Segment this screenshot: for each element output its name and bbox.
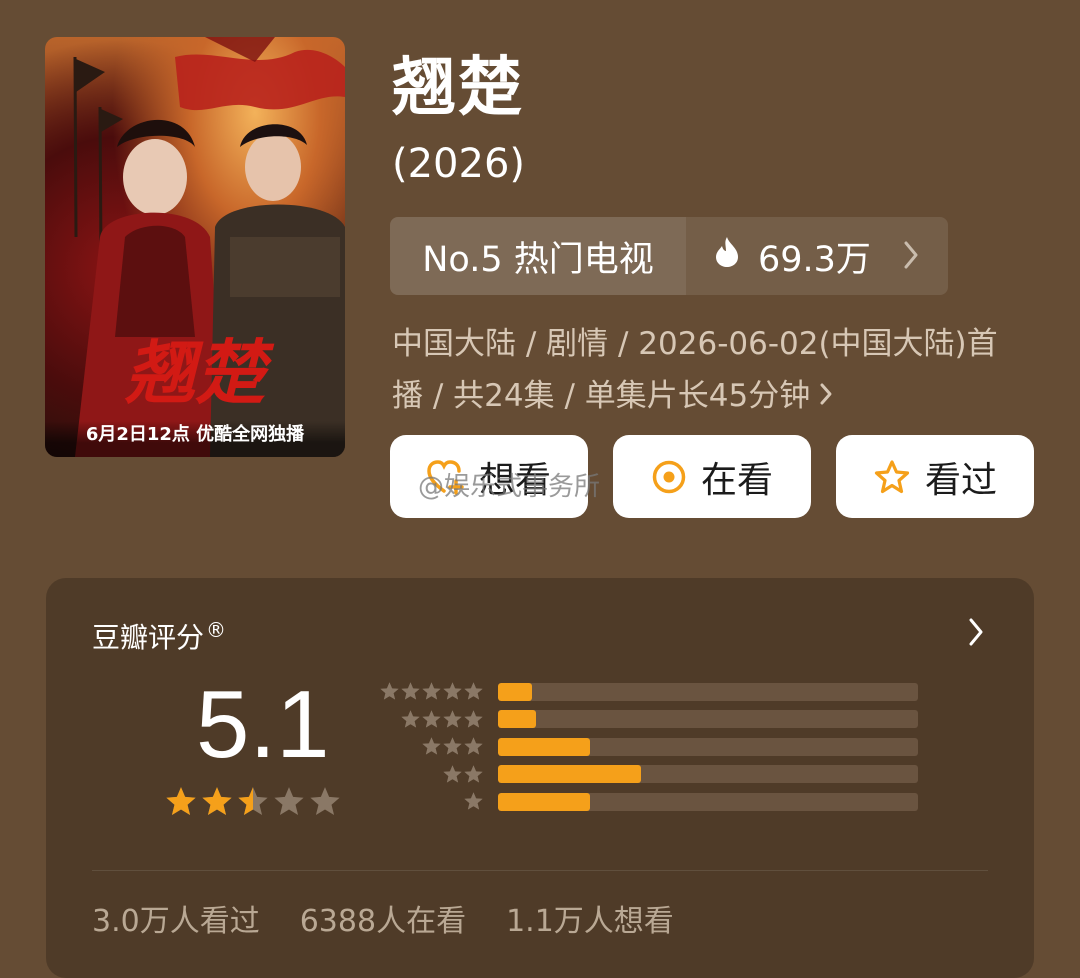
watched-label: 看过 <box>924 459 997 501</box>
distribution-bar <box>498 792 591 811</box>
distribution-bar-track <box>498 737 918 756</box>
star-icon <box>202 787 232 816</box>
distribution-bar-track <box>498 765 918 784</box>
chevron-right-icon <box>902 239 920 280</box>
distribution-bar <box>498 710 536 729</box>
distribution-stars <box>376 764 484 785</box>
distribution-bar <box>498 765 641 784</box>
flame-icon <box>714 236 740 277</box>
rating-stars <box>164 785 342 819</box>
rating-title-text: 豆瓣评分 <box>92 621 205 654</box>
rating-card[interactable]: 豆瓣评分 ® 5.1 3.0万人看过 6388人在看 1.1万人想看 <box>46 578 1034 978</box>
heat-section[interactable]: 69.3万 <box>686 217 948 295</box>
poster-artwork: 翘楚 <box>73 37 345 457</box>
rating-stats: 3.0万人看过 6388人在看 1.1万人想看 <box>92 896 674 940</box>
distribution-row <box>376 788 921 816</box>
chevron-right-icon[interactable] <box>966 616 986 652</box>
distribution-stars <box>376 681 484 702</box>
distribution-bar-track <box>498 792 918 811</box>
distribution-bar <box>498 682 532 701</box>
small-star-icon <box>422 682 441 700</box>
small-star-icon <box>464 682 483 700</box>
watching-count: 6388人在看 <box>299 904 467 939</box>
poster-caption: 6月2日12点 优酷全网独播 <box>45 421 345 457</box>
watched-count: 3.0万人看过 <box>92 904 260 939</box>
small-star-icon <box>443 737 462 755</box>
small-star-icon <box>464 710 483 728</box>
chevron-right-icon <box>818 380 834 416</box>
star-icon <box>274 787 304 816</box>
watermark: @娱乐式事务所 <box>418 472 601 502</box>
heat-value: 69.3万 <box>758 239 871 280</box>
small-star-icon <box>443 710 462 728</box>
distribution-row <box>376 678 921 706</box>
small-star-icon <box>464 792 483 810</box>
small-star-icon <box>464 737 483 755</box>
meta-line-2-wrap: 播 / 共24集 / 单集片长45分钟 <box>392 370 1032 424</box>
rating-score: 5.1 <box>196 671 330 778</box>
distribution-stars <box>376 736 484 757</box>
watched-button[interactable]: 看过 <box>836 435 1034 518</box>
poster-calligraphy: 翘楚 <box>124 331 275 414</box>
star-icon <box>166 787 196 816</box>
small-star-icon <box>422 737 441 755</box>
rating-title: 豆瓣评分 ® <box>92 616 226 656</box>
star-outline-icon <box>873 459 911 495</box>
small-star-icon <box>443 765 462 783</box>
distribution-row <box>376 706 921 734</box>
ranking-banner[interactable]: No.5 热门电视 69.3万 <box>390 217 948 295</box>
ranking-label: No.5 热门电视 <box>390 217 686 295</box>
small-star-icon <box>464 765 483 783</box>
star-icon <box>310 787 340 816</box>
distribution-stars <box>376 709 484 730</box>
small-star-icon <box>443 682 462 700</box>
distribution-bar-track <box>498 710 918 729</box>
meta-info[interactable]: 中国大陆 / 剧情 / 2026-06-02(中国大陆)首 播 / 共24集 /… <box>392 318 1032 424</box>
poster-image[interactable]: 翘楚 6月2日12点 优酷全网独播 <box>45 37 345 457</box>
rating-distribution <box>376 678 921 816</box>
watching-button[interactable]: 在看 <box>613 435 811 518</box>
page-title: 翘楚 <box>392 51 524 125</box>
distribution-row <box>376 733 921 761</box>
distribution-row <box>376 761 921 789</box>
meta-line-1: 中国大陆 / 剧情 / 2026-06-02(中国大陆)首 <box>392 326 998 362</box>
want-count: 1.1万人想看 <box>506 904 674 939</box>
small-star-icon <box>401 682 420 700</box>
small-star-icon <box>380 682 399 700</box>
meta-line-2: 播 / 共24集 / 单集片长45分钟 <box>392 378 811 414</box>
divider <box>92 870 988 871</box>
watching-label: 在看 <box>700 459 773 501</box>
trademark-symbol: ® <box>206 617 227 642</box>
release-year: (2026) <box>392 141 526 187</box>
target-circle-icon <box>651 459 687 495</box>
distribution-bar <box>498 737 591 756</box>
star-icon <box>238 787 268 816</box>
distribution-bar-track <box>498 682 918 701</box>
distribution-stars <box>376 791 484 812</box>
small-star-icon <box>401 710 420 728</box>
small-star-icon <box>422 710 441 728</box>
